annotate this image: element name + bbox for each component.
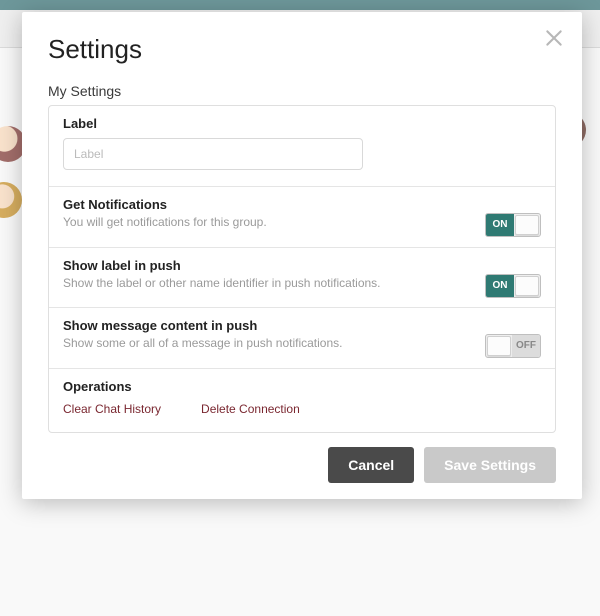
operation-links: Clear Chat History Delete Connection [63, 402, 541, 416]
section-content-push: Show message content in push Show some o… [49, 308, 555, 369]
section-desc: Show some or all of a message in push no… [63, 336, 423, 352]
toggle-state-label: ON [486, 275, 514, 297]
modal-actions: Cancel Save Settings [48, 447, 556, 483]
settings-list: Label Get Notifications You will get not… [48, 105, 556, 433]
toggle-content-push[interactable]: OFF [485, 334, 541, 358]
toggle-notifications[interactable]: ON [485, 213, 541, 237]
section-title: Label [63, 116, 541, 131]
toggle-knob [487, 336, 511, 356]
toggle-label-push[interactable]: ON [485, 274, 541, 298]
label-input[interactable] [63, 138, 363, 170]
cancel-button[interactable]: Cancel [328, 447, 414, 483]
delete-connection-link[interactable]: Delete Connection [201, 402, 300, 416]
save-settings-button[interactable]: Save Settings [424, 447, 556, 483]
section-desc: You will get notifications for this grou… [63, 215, 423, 231]
modal-subheader: My Settings [48, 83, 556, 99]
section-title: Get Notifications [63, 197, 541, 212]
section-title: Show label in push [63, 258, 541, 273]
toggle-state-label: ON [486, 214, 514, 236]
clear-chat-history-link[interactable]: Clear Chat History [63, 402, 161, 416]
toggle-state-label: OFF [512, 335, 540, 357]
modal-title: Settings [48, 34, 556, 65]
section-notifications: Get Notifications You will get notificat… [49, 187, 555, 248]
settings-modal: Settings My Settings Label Get Notificat… [22, 12, 582, 499]
section-title: Operations [63, 379, 541, 394]
section-label: Label [49, 106, 555, 187]
close-icon[interactable] [544, 28, 564, 48]
toggle-knob [515, 215, 539, 235]
section-title: Show message content in push [63, 318, 541, 333]
toggle-knob [515, 276, 539, 296]
section-operations: Operations Clear Chat History Delete Con… [49, 369, 555, 432]
section-desc: Show the label or other name identifier … [63, 276, 423, 292]
section-label-push: Show label in push Show the label or oth… [49, 248, 555, 309]
